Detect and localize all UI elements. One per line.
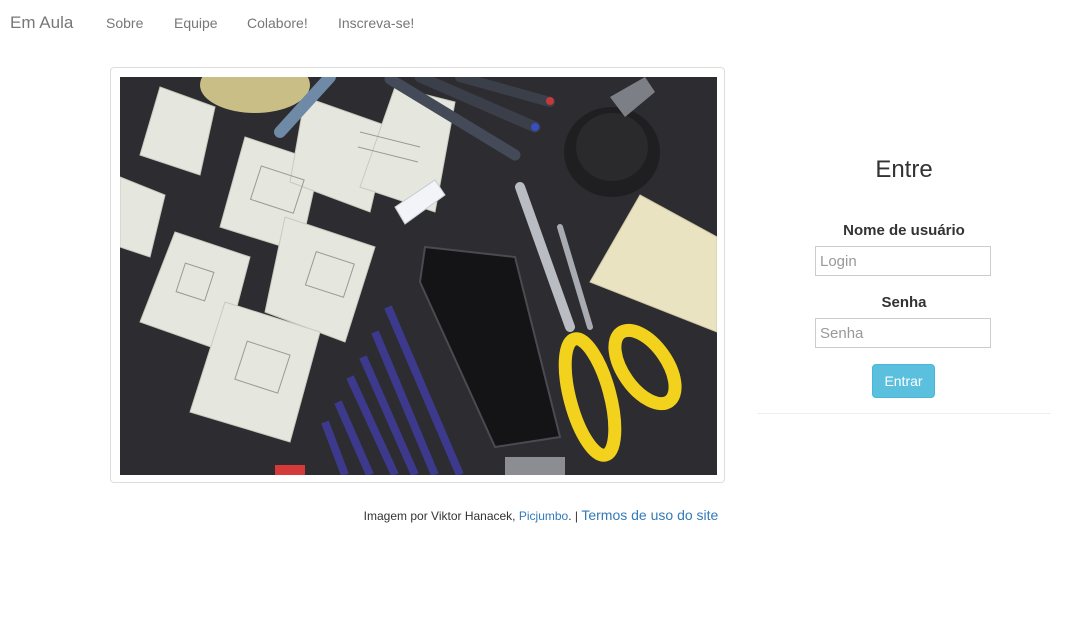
hero-image <box>120 77 717 475</box>
login-title: Entre <box>875 156 933 183</box>
password-input[interactable] <box>815 318 991 348</box>
credit-prefix: Imagem por Viktor Hanacek, <box>363 509 519 523</box>
brand-link[interactable]: Em Aula <box>10 13 73 33</box>
footer-separator: | <box>571 509 582 523</box>
nav-link-inscreva-se[interactable]: Inscreva-se! <box>338 15 414 31</box>
hero-image-frame <box>110 67 725 483</box>
nav-link-colabore[interactable]: Colabore! <box>247 15 308 31</box>
password-label: Senha <box>881 294 927 311</box>
nav-link-sobre[interactable]: Sobre <box>106 15 143 31</box>
terms-link[interactable]: Termos de uso do site <box>581 507 718 523</box>
hero-photo-illustration <box>120 77 717 475</box>
nav-link-equipe[interactable]: Equipe <box>174 15 218 31</box>
footer: Imagem por Viktor Hanacek, Picjumbo. | T… <box>0 507 1082 523</box>
username-input[interactable] <box>815 246 991 276</box>
picjumbo-link[interactable]: Picjumbo <box>519 509 568 523</box>
navbar: Em Aula Sobre Equipe Colabore! Inscreva-… <box>0 0 1082 46</box>
login-panel: Entre Nome de usuário Senha Entrar <box>757 133 1051 414</box>
username-label: Nome de usuário <box>843 222 965 239</box>
login-submit-button[interactable]: Entrar <box>872 364 935 398</box>
